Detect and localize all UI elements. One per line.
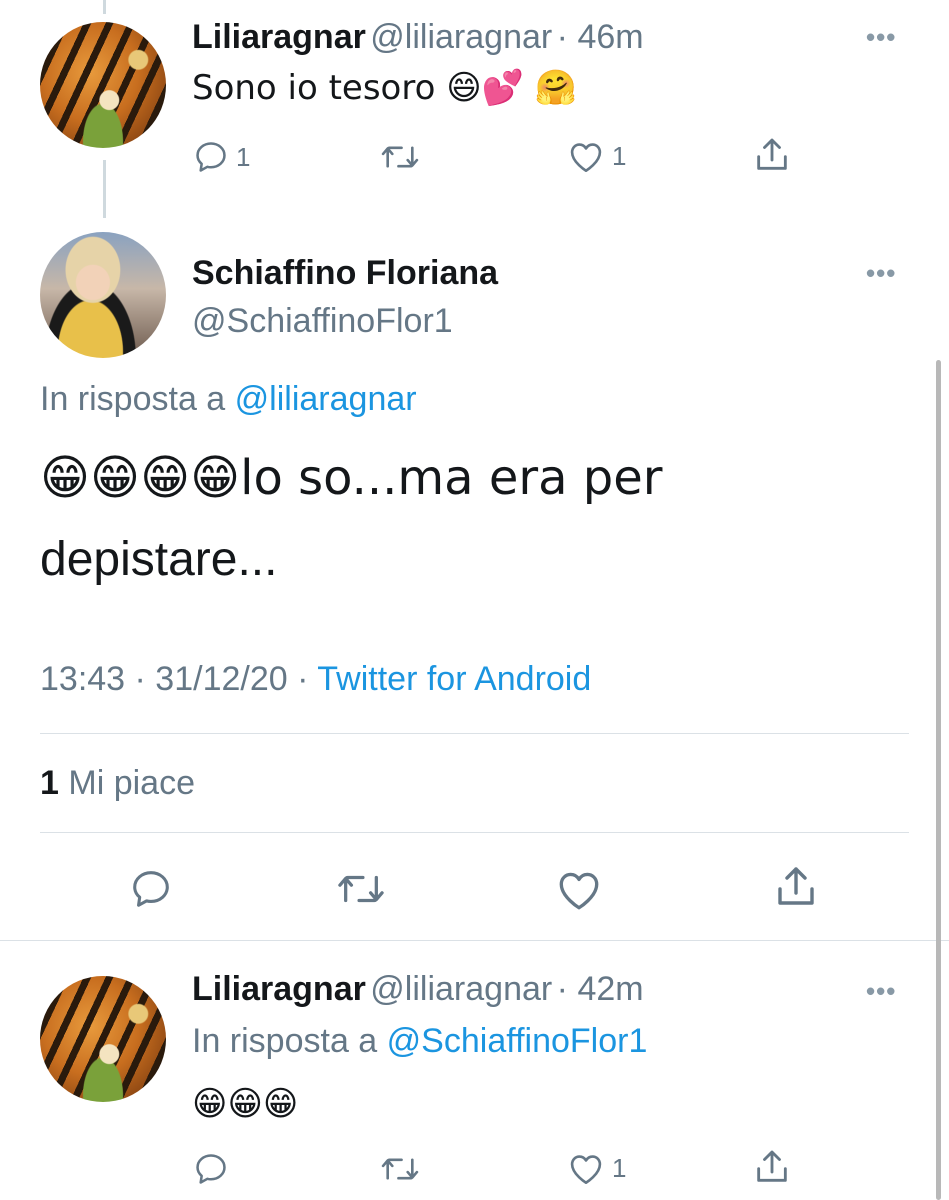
reply-count: 1: [236, 141, 251, 172]
reply-icon: [128, 866, 174, 912]
like-button[interactable]: 1: [566, 1150, 626, 1186]
retweet-icon: [380, 138, 420, 176]
heart-icon: [554, 866, 604, 912]
more-icon[interactable]: •••: [866, 976, 896, 1007]
avatar[interactable]: [40, 976, 166, 1102]
like-count: 1: [612, 140, 627, 171]
author-name[interactable]: Liliaragnar: [192, 18, 366, 56]
reply-prefix: In risposta a: [40, 380, 226, 418]
share-button[interactable]: [772, 862, 820, 912]
reply-button[interactable]: 1: [192, 138, 250, 176]
reply-context: In risposta a @liliaragnar: [40, 380, 417, 419]
avatar[interactable]: [40, 22, 166, 148]
heart-icon: [566, 138, 606, 174]
thread-line-top: [103, 0, 106, 14]
divider: [40, 832, 909, 833]
author-name[interactable]: Liliaragnar: [192, 970, 366, 1008]
reply-prefix: In risposta a: [192, 1022, 378, 1060]
author-handle[interactable]: @liliaragnar: [370, 18, 552, 56]
retweet-button[interactable]: [336, 866, 386, 912]
like-button[interactable]: 1: [566, 138, 626, 174]
share-icon: [752, 134, 792, 176]
retweet-icon: [336, 866, 386, 912]
reply-to-link[interactable]: @liliaragnar: [235, 380, 417, 418]
reply-icon: [192, 1150, 230, 1188]
author-name[interactable]: Schiaffino Floriana: [192, 254, 498, 293]
share-button[interactable]: [752, 1146, 792, 1188]
share-icon: [752, 1146, 792, 1188]
thread-line-connector: [103, 160, 106, 218]
reply-context: In risposta a @SchiaffinoFlor1: [192, 1022, 647, 1061]
heart-icon: [566, 1150, 606, 1186]
reply-button[interactable]: [128, 866, 174, 912]
avatar[interactable]: [40, 232, 166, 358]
reply-icon: [192, 138, 230, 176]
tweet-text-line-1: 😁😁😁😁lo so...ma era per: [40, 450, 663, 506]
reply-button[interactable]: [192, 1150, 230, 1188]
like-count: 1: [612, 1152, 627, 1183]
tweet-source-link[interactable]: Twitter for Android: [317, 660, 591, 698]
likes-label: Mi piace: [68, 764, 195, 802]
section-divider: [0, 940, 949, 941]
author-handle[interactable]: @liliaragnar: [370, 970, 552, 1008]
retweet-icon: [380, 1150, 420, 1188]
author-handle[interactable]: @SchiaffinoFlor1: [192, 302, 453, 341]
likes-count: 1: [40, 764, 59, 802]
reply-to-link[interactable]: @SchiaffinoFlor1: [387, 1022, 648, 1060]
likes-summary[interactable]: 1 Mi piace: [40, 764, 195, 803]
tweet-text-line-2: depistare...: [40, 533, 278, 586]
more-icon[interactable]: •••: [866, 22, 896, 53]
like-button[interactable]: [554, 866, 604, 912]
share-button[interactable]: [752, 134, 792, 176]
tweet-meta: 13:43 · 31/12/20 · Twitter for Android: [40, 660, 591, 699]
retweet-button[interactable]: [380, 1150, 420, 1188]
retweet-button[interactable]: [380, 138, 420, 176]
tweet-text: 😁😁😁: [192, 1084, 299, 1124]
share-icon: [772, 862, 820, 912]
tweet-text: Sono io tesoro 😄💕 🤗: [192, 68, 578, 108]
scrollbar[interactable]: [936, 360, 941, 1200]
divider: [40, 733, 909, 734]
more-icon[interactable]: •••: [866, 258, 896, 289]
tweet-time: · 46m: [556, 18, 644, 56]
tweet-time: · 42m: [556, 970, 644, 1008]
tweet-timestamp: 13:43 · 31/12/20 ·: [40, 660, 309, 698]
